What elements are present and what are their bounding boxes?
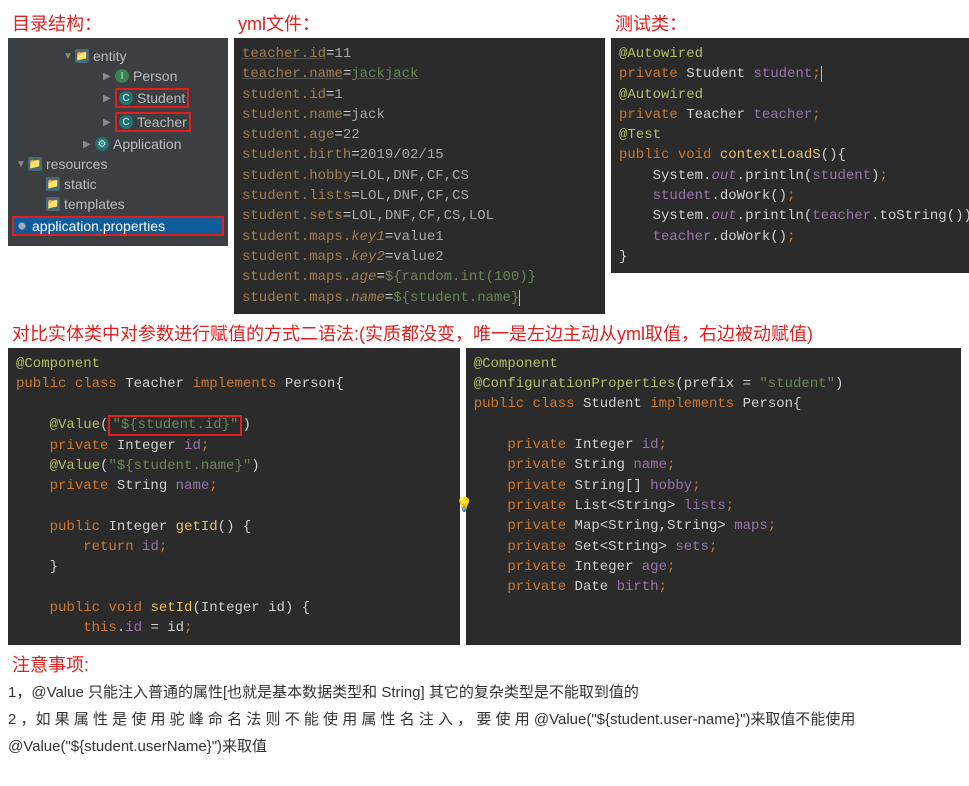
tree-class-student[interactable]: ▶ C Student [8, 86, 228, 110]
lightbulb-icon[interactable]: 💡 [456, 496, 473, 516]
tree-label: templates [64, 196, 125, 212]
folder-icon: 📁 [46, 197, 60, 211]
tree-label: Teacher [137, 114, 187, 130]
folder-icon: 📁 [75, 49, 89, 63]
teacher-class-code: @Component public class Teacher implemen… [8, 348, 460, 645]
tree-label: application.properties [32, 218, 165, 234]
chevron-right-icon: ▶ [83, 139, 93, 150]
folder-icon: 📁 [46, 177, 60, 191]
tree-label: static [64, 176, 97, 192]
heading-yml: yml文件： [234, 8, 605, 38]
properties-icon [16, 220, 28, 232]
class-icon: C [119, 115, 133, 129]
notes-body: 1，@Value 只能注入普通的属性[也就是基本数据类型和 String] 其它… [8, 679, 961, 760]
tree-label: Student [137, 90, 185, 106]
student-class-code: @Component @ConfigurationProperties(pref… [466, 348, 961, 645]
test-code: @Autowired private Student student; @Aut… [611, 38, 969, 273]
tree-class-application[interactable]: ▶⚙ Application [8, 134, 228, 154]
directory-tree: ▼📁entity ▶IPerson ▶CStudent ▶CTeacher ▶⚙… [8, 38, 228, 246]
note-1: 1，@Value 只能注入普通的属性[也就是基本数据类型和 String] 其它… [8, 679, 961, 706]
chevron-down-icon: ▼ [16, 159, 26, 170]
tree-folder-static[interactable]: 📁 static [8, 174, 228, 194]
tree-label: entity [93, 48, 126, 64]
heading-compare: 对比实体类中对参数进行赋值的方式二语法:(实质都没变，唯一是左边主动从yml取值… [8, 318, 961, 348]
folder-icon: 📁 [28, 157, 42, 171]
tree-class-teacher[interactable]: ▶ C Teacher [8, 110, 228, 134]
chevron-right-icon: ▶ [103, 93, 113, 104]
class-icon: C [119, 91, 133, 105]
heading-directory: 目录结构： [8, 8, 228, 38]
yml-code: teacher.id=11 teacher.name=jackjack stud… [234, 38, 605, 314]
tree-file-properties[interactable]: application.properties [12, 216, 224, 236]
tree-folder-templates[interactable]: 📁 templates [8, 194, 228, 214]
class-icon: I [115, 69, 129, 83]
chevron-down-icon: ▼ [63, 51, 73, 62]
tree-label: resources [46, 156, 107, 172]
heading-test: 测试类： [611, 8, 969, 38]
tree-class-person[interactable]: ▶I Person [8, 66, 228, 86]
chevron-right-icon: ▶ [103, 117, 113, 128]
tree-folder-entity[interactable]: ▼📁 entity [8, 46, 228, 66]
tree-label: Application [113, 136, 182, 152]
tree-label: Person [133, 68, 177, 84]
note-2: 2 ，如 果 属 性 是 使 用 驼 峰 命 名 法 则 不 能 使 用 属 性… [8, 706, 961, 760]
chevron-right-icon: ▶ [103, 71, 113, 82]
springboot-icon: ⚙ [95, 137, 109, 151]
tree-folder-resources[interactable]: ▼📁 resources [8, 154, 228, 174]
heading-notice: 注意事项: [8, 649, 961, 679]
